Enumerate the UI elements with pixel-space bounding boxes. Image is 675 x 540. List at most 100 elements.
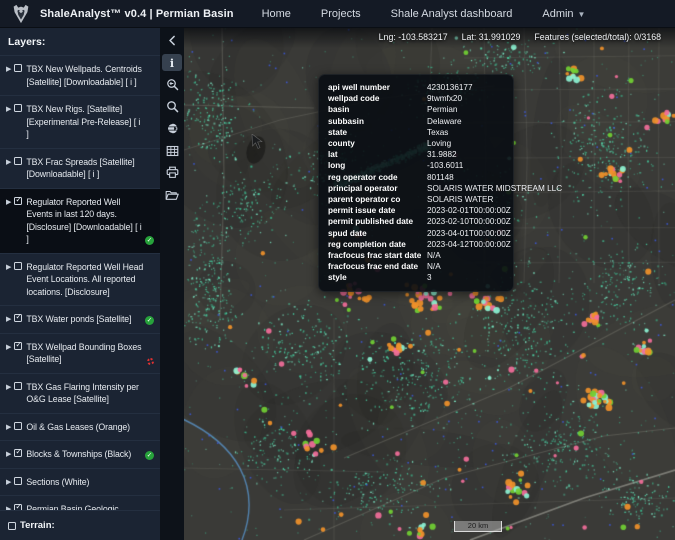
popup-row: style3: [328, 272, 504, 283]
identify-info-button[interactable]: i: [162, 54, 182, 71]
layer-label: TBX Gas Flaring Intensity per O&G Lease …: [26, 381, 144, 406]
layer-status-loaded-icon: ✓: [145, 451, 154, 460]
popup-key: api well number: [328, 82, 427, 93]
layer-checkbox[interactable]: [14, 504, 22, 510]
popup-key: lat: [328, 149, 427, 160]
layer-status-loaded-icon: ✓: [145, 316, 154, 325]
layer-checkbox[interactable]: [14, 314, 22, 322]
popup-value: Delaware: [427, 116, 462, 127]
layer-label: Regulator Reported Well Head Event Locat…: [26, 261, 144, 299]
popup-value: 3: [427, 272, 432, 283]
layer-checkbox[interactable]: [14, 449, 22, 457]
popup-row: stateTexas: [328, 127, 504, 138]
search-button[interactable]: [162, 98, 182, 115]
collapse-sidebar-button[interactable]: [162, 32, 182, 49]
expand-caret-icon[interactable]: ▶: [6, 422, 11, 433]
top-navbar: ShaleAnalyst™ v0.4 | Permian Basin Home …: [0, 0, 675, 28]
popup-row: fracfocus frac start dateN/A: [328, 250, 504, 261]
layer-item[interactable]: ▶ Regulator Reported Well Head Event Loca…: [0, 254, 160, 307]
popup-row: permit issue date2023-02-01T00:00:00Z: [328, 205, 504, 216]
attribute-table-button[interactable]: [162, 142, 182, 159]
expand-caret-icon[interactable]: ▶: [6, 477, 11, 488]
zoom-to-selection-button[interactable]: [162, 76, 182, 93]
popup-row: api well number4230136177: [328, 82, 504, 93]
layer-checkbox[interactable]: [14, 382, 22, 390]
print-button[interactable]: [162, 164, 182, 181]
map[interactable]: Lng: -103.583217 Lat: 31.991029 Features…: [184, 28, 675, 540]
layer-checkbox[interactable]: [14, 342, 22, 350]
expand-caret-icon[interactable]: ▶: [6, 382, 11, 393]
popup-key: wellpad code: [328, 93, 427, 104]
nav-item-admin[interactable]: Admin▼: [542, 8, 585, 20]
expand-caret-icon[interactable]: ▶: [6, 157, 11, 168]
popup-key: state: [328, 127, 427, 138]
layer-checkbox[interactable]: [14, 64, 22, 72]
layer-item[interactable]: ▶TBX Water ponds [Satellite]✓: [0, 306, 160, 334]
layer-checkbox[interactable]: [14, 477, 22, 485]
layer-item[interactable]: ▶ Regulator Reported Well Events in last …: [0, 189, 160, 254]
layer-checkbox[interactable]: [14, 197, 22, 205]
expand-caret-icon[interactable]: ▶: [6, 197, 11, 208]
popup-key: fracfocus frac start date: [328, 250, 427, 261]
popup-value: 4230136177: [427, 82, 473, 93]
layer-item[interactable]: ▶Blocks & Townships (Black)✓: [0, 441, 160, 469]
terrain-checkbox[interactable]: [8, 522, 16, 530]
map-status-bar: Lng: -103.583217 Lat: 31.991029 Features…: [184, 28, 675, 48]
popup-row: long-103.6011: [328, 160, 504, 171]
expand-caret-icon[interactable]: ▶: [6, 504, 11, 510]
layer-item[interactable]: ▶ TBX Gas Flaring Intensity per O&G Lease…: [0, 374, 160, 414]
nav-item-projects[interactable]: Projects: [321, 8, 361, 20]
popup-value: N/A: [427, 261, 441, 272]
mouse-cursor-icon: [250, 134, 264, 150]
popup-row: permit published date2023-02-10T00:00:00…: [328, 216, 504, 227]
popup-value: 2023-02-01T00:00:00Z: [427, 205, 511, 216]
expand-caret-icon[interactable]: ▶: [6, 262, 11, 273]
open-folder-button[interactable]: [162, 186, 182, 203]
layer-label: Oil & Gas Leases (Orange): [26, 421, 130, 434]
layer-item[interactable]: ▶ Sections (White): [0, 469, 160, 497]
expand-caret-icon[interactable]: ▶: [6, 342, 11, 353]
globe-button[interactable]: [162, 120, 182, 137]
layer-status-loaded-icon: ✓: [145, 236, 154, 245]
popup-key: reg completion date: [328, 239, 427, 250]
magnifier-arrow-icon: [166, 78, 179, 91]
layer-checkbox[interactable]: [14, 262, 22, 270]
popup-row: basinPermian: [328, 104, 504, 115]
popup-value: 801148: [427, 172, 454, 183]
popup-row: fracfocus frac end dateN/A: [328, 261, 504, 272]
layer-label: TBX New Wellpads. Centroids [Satellite] …: [26, 63, 144, 88]
layer-item[interactable]: ▶ Oil & Gas Leases (Orange): [0, 414, 160, 442]
popup-key: parent operator co: [328, 194, 427, 205]
layer-item[interactable]: ▶TBX Frac Spreads [Satellite] [Downloada…: [0, 149, 160, 189]
globe-icon: [166, 122, 179, 135]
popup-row: spud date2023-04-01T00:00:00Z: [328, 228, 504, 239]
layer-checkbox[interactable]: [14, 157, 22, 165]
popup-value: Permian: [427, 104, 458, 115]
nav-item-dashboard[interactable]: Shale Analyst dashboard: [391, 8, 513, 20]
layer-item[interactable]: ▶TBX New Rigs. [Satellite] [Experimental…: [0, 96, 160, 149]
layer-item[interactable]: ▶TBX Wellpad Bounding Boxes [Satellite]: [0, 334, 160, 374]
layer-item[interactable]: ▶Permian Basin Geologic Boundary (Blue)✓: [0, 496, 160, 510]
expand-caret-icon[interactable]: ▶: [6, 64, 11, 75]
layer-item[interactable]: ▶ TBX New Wellpads. Centroids [Satellite]…: [0, 56, 160, 96]
layer-label: Sections (White): [26, 476, 89, 489]
popup-row: reg operator code801148: [328, 172, 504, 183]
status-features: Features (selected/total): 0/3168: [534, 32, 661, 42]
printer-icon: [166, 166, 179, 179]
popup-key: reg operator code: [328, 172, 427, 183]
layer-checkbox[interactable]: [14, 104, 22, 112]
layer-checkbox[interactable]: [14, 422, 22, 430]
expand-caret-icon[interactable]: ▶: [6, 314, 11, 325]
popup-key: long: [328, 160, 427, 171]
popup-row: principal operatorSOLARIS WATER MIDSTREA…: [328, 183, 504, 194]
nav-item-home[interactable]: Home: [262, 8, 291, 20]
popup-key: style: [328, 272, 427, 283]
expand-caret-icon[interactable]: ▶: [6, 104, 11, 115]
chevron-down-icon: ▼: [578, 10, 586, 19]
folder-icon: [165, 189, 179, 201]
expand-caret-icon[interactable]: ▶: [6, 449, 11, 460]
popup-key: permit issue date: [328, 205, 427, 216]
terrain-section: Terrain:: [0, 510, 160, 540]
layer-label: Regulator Reported Well Events in last 1…: [26, 196, 144, 246]
popup-value: -103.6011: [427, 160, 463, 171]
